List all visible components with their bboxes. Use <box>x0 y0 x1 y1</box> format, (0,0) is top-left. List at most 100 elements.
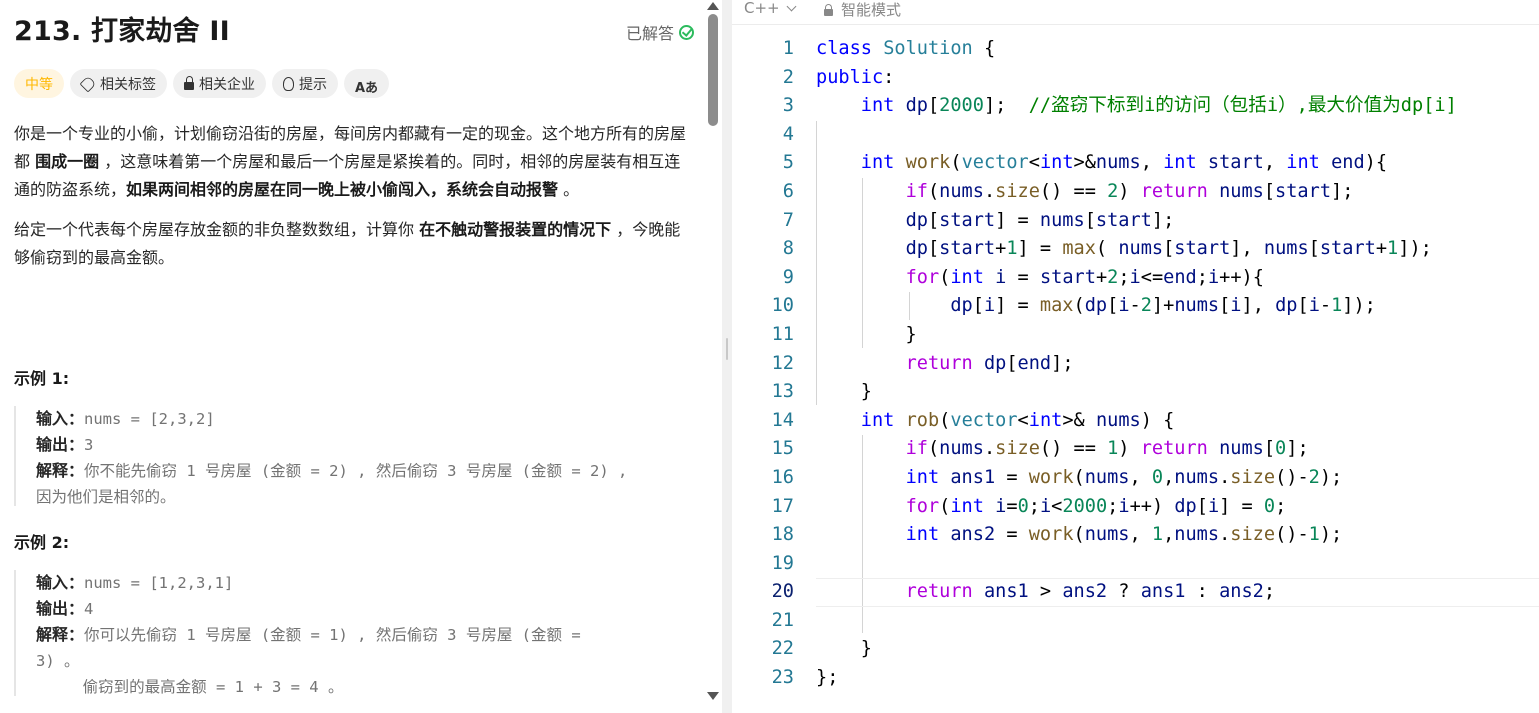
code-line[interactable]: 15 if(nums.size() == 1) return nums[0]; <box>732 435 1539 464</box>
scroll-down-arrow-icon[interactable] <box>707 692 719 700</box>
explain-text: 因为他们是相邻的。 <box>36 488 176 506</box>
lock-icon <box>824 3 833 16</box>
scroll-up-arrow-icon[interactable] <box>707 2 719 10</box>
example-2-explain-cont: 3) 。 <box>36 648 694 674</box>
input-label: 输入： <box>36 573 85 592</box>
code-line[interactable]: 2 public: <box>732 64 1539 93</box>
difficulty-badge: 中等 <box>14 69 64 98</box>
translate-button[interactable]: Aあ <box>344 69 390 98</box>
language-label: C++ <box>744 0 780 17</box>
example-1-title: 示例 1: <box>14 369 70 388</box>
code-line[interactable]: 5 int work(vector<int>&nums, int start, … <box>732 149 1539 178</box>
code-line[interactable]: 21 <box>732 607 1539 636</box>
desc-bold-text: 如果两间相邻的房屋在同一晚上被小偷闯入，系统会自动报警 <box>126 180 559 199</box>
code-text: class Solution { <box>816 38 996 59</box>
line-number: 6 <box>782 180 794 202</box>
desc-bold-text: 围成一圈 <box>35 152 100 171</box>
line-number: 12 <box>771 352 794 374</box>
problem-panel: 213. 打家劫舍 II 已解答 中等 相关标签 相关企业 提示 Aあ 你是一个… <box>0 0 722 713</box>
language-select[interactable]: C++ <box>744 0 797 17</box>
code-text: public: <box>816 66 895 88</box>
line-number: 13 <box>771 381 794 403</box>
code-text: if(nums.size() == 1) return nums[0]; <box>905 438 1309 460</box>
input-value: nums = [1,2,3,1] <box>84 574 234 592</box>
difficulty-label: 中等 <box>25 76 53 93</box>
code-text: int ans1 = work(nums, 0,nums.size()-2); <box>905 466 1343 488</box>
code-text: int rob(vector<int>& nums) { <box>860 409 1175 431</box>
lightbulb-icon <box>283 76 294 91</box>
code-area[interactable]: 1 class Solution { 2 public: 3 int dp[2000];… <box>732 35 1539 693</box>
code-text: dp[start] = nums[start]; <box>905 209 1175 231</box>
related-tags-button[interactable]: 相关标签 <box>70 69 167 98</box>
line-number: 4 <box>782 123 794 145</box>
related-tags-label: 相关标签 <box>100 76 156 93</box>
example-1-input: 输入：nums = [2,3,2] <box>36 406 694 432</box>
example-2-title: 示例 2: <box>14 533 70 552</box>
explain-label: 解释： <box>36 461 85 480</box>
code-line[interactable]: 14 int rob(vector<int>& nums) { <box>732 407 1539 436</box>
tag-icon <box>79 75 97 92</box>
output-value: 4 <box>84 600 94 618</box>
related-companies-button[interactable]: 相关企业 <box>173 69 266 98</box>
lock-icon <box>184 76 194 90</box>
input-value: nums = [2,3,2] <box>84 410 215 428</box>
solved-status: 已解答 <box>626 20 694 44</box>
code-line[interactable]: 20 return ans1 > ans2 ? ans1 : ans2; <box>732 578 1539 607</box>
code-line[interactable]: 19 <box>732 550 1539 579</box>
explain-text: 你不能先偷窃 1 号房屋 (金额 = 2) , 然后偷窃 3 号房屋 (金额 =… <box>84 462 628 480</box>
code-text: } <box>816 381 872 403</box>
code-line[interactable]: 7 dp[start] = nums[start]; <box>732 207 1539 236</box>
code-line[interactable]: 22 } <box>732 635 1539 664</box>
code-line[interactable]: 18 int ans2 = work(nums, 1,nums.size()-1… <box>732 521 1539 550</box>
description-scrollbar-thumb[interactable] <box>708 14 718 126</box>
code-text: } <box>816 638 872 660</box>
code-line[interactable]: 17 for(int i=0;i<2000;i++) dp[i] = 0; <box>732 493 1539 522</box>
code-line[interactable]: 10 dp[i] = max(dp[i-2]+nums[i], dp[i-1])… <box>732 292 1539 321</box>
code-text: return dp[end]; <box>905 352 1074 374</box>
code-text: int ans2 = work(nums, 1,nums.size()-1); <box>905 524 1343 546</box>
code-text: int work(vector<int>&nums, int start, in… <box>860 152 1388 174</box>
code-line[interactable]: 6 if(nums.size() == 2) return nums[start… <box>732 178 1539 207</box>
code-line[interactable]: 9 for(int i = start+2;i<=end;i++){ <box>732 264 1539 293</box>
smart-mode-toggle[interactable]: 智能模式 <box>824 0 901 20</box>
desc-text: 。 <box>558 180 580 199</box>
line-number: 22 <box>771 638 794 660</box>
code-line[interactable]: 13 } <box>732 378 1539 407</box>
line-number: 18 <box>771 524 794 546</box>
hint-label: 提示 <box>299 76 327 93</box>
code-line[interactable]: 16 int ans1 = work(nums, 0,nums.size()-2… <box>732 464 1539 493</box>
code-line[interactable]: 3 int dp[2000]; //盗窃下标到i的访问（包括i）,最大价值为dp… <box>732 92 1539 121</box>
description-paragraph-2: 给定一个代表每个房屋存放金额的非负整数数组，计算你 在不触动警报装置的情况下 ，… <box>14 216 694 272</box>
line-number: 23 <box>771 667 794 689</box>
mode-label: 智能模式 <box>841 1 902 19</box>
example-1-explain-cont: 因为他们是相邻的。 <box>36 484 694 510</box>
example-2-output: 输出：4 <box>36 596 694 622</box>
code-line[interactable]: 23}; <box>732 664 1539 693</box>
example-2-explain-cont-2: 偷窃到的最高金额 = 1 + 3 = 4 。 <box>36 674 694 700</box>
example-2-block: 输入：nums = [1,2,3,1] 输出：4 解释：你可以先偷窃 1 号房屋… <box>14 570 694 696</box>
line-number: 7 <box>782 209 794 231</box>
hint-button[interactable]: 提示 <box>272 69 338 98</box>
resize-handle-icon[interactable] <box>726 338 728 360</box>
output-label: 输出： <box>36 435 85 454</box>
line-number: 8 <box>782 238 794 260</box>
code-line[interactable]: 1 class Solution { <box>732 35 1539 64</box>
code-line[interactable]: 4 <box>732 121 1539 150</box>
line-number: 15 <box>771 438 794 460</box>
line-number: 14 <box>771 409 794 431</box>
code-text: } <box>816 323 917 345</box>
line-number: 21 <box>771 609 794 631</box>
code-line[interactable]: 11 } <box>732 321 1539 350</box>
code-text: int dp[2000]; //盗窃下标到i的访问（包括i）,最大价值为dp[i… <box>860 95 1457 117</box>
example-2-input: 输入：nums = [1,2,3,1] <box>36 570 694 596</box>
explain-text: 你可以先偷窃 1 号房屋 (金额 = 1) , 然后偷窃 3 号房屋 (金额 = <box>84 626 581 644</box>
code-line[interactable]: 8 dp[start+1] = max( nums[start], nums[s… <box>732 235 1539 264</box>
output-label: 输出： <box>36 599 85 618</box>
line-number: 2 <box>782 66 794 88</box>
input-label: 输入： <box>36 409 85 428</box>
code-line[interactable]: 12 return dp[end]; <box>732 350 1539 379</box>
solved-label: 已解答 <box>625 24 674 43</box>
chevron-down-icon <box>786 1 797 11</box>
line-number: 1 <box>782 38 794 59</box>
code-text: dp[start+1] = max( nums[start], nums[sta… <box>905 238 1432 260</box>
